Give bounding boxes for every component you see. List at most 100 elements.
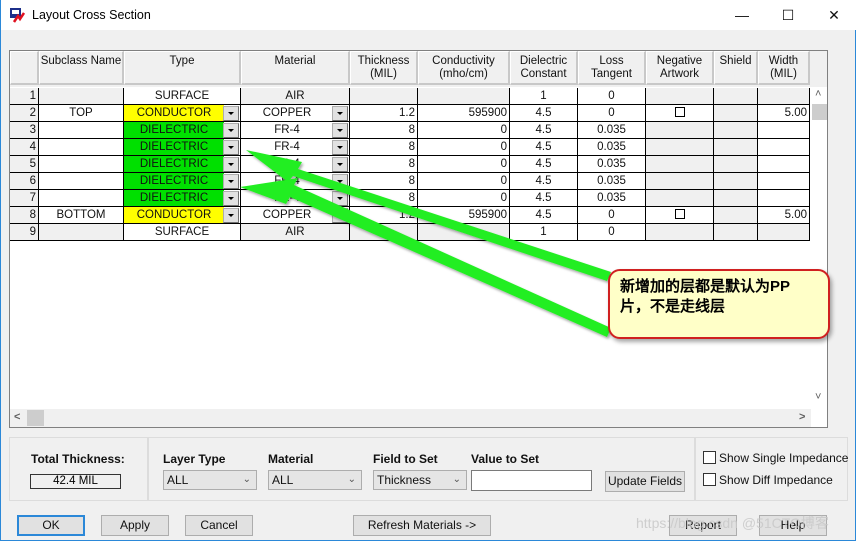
cell-loss[interactable]: 0.035 (578, 122, 646, 139)
apply-button[interactable]: Apply (101, 515, 169, 536)
cell-material[interactable]: FR-4 (241, 190, 350, 207)
cell-material[interactable]: FR-4 (241, 139, 350, 156)
dropdown-arrow-icon[interactable] (223, 157, 239, 172)
cell-thickness[interactable]: 8 (350, 122, 418, 139)
cell-width[interactable] (758, 139, 810, 156)
horizontal-scroll-thumb[interactable] (27, 410, 44, 426)
minimize-button[interactable]: — (719, 0, 765, 30)
cell-type[interactable]: DIELECTRIC (124, 156, 241, 173)
cell-negative[interactable] (646, 207, 714, 224)
vertical-scroll-thumb[interactable] (812, 104, 827, 120)
cell-material[interactable]: FR-4 (241, 156, 350, 173)
cell-width[interactable] (758, 122, 810, 139)
column-header-subclass[interactable]: Subclass Name (39, 51, 124, 85)
vertical-scrollbar[interactable]: ˄ ˅ (811, 87, 827, 409)
scroll-left-icon[interactable]: < (14, 411, 20, 423)
material-filter-select[interactable]: ALL ⌄ (268, 470, 362, 490)
cell-negative[interactable] (646, 139, 714, 156)
cell-width[interactable]: 5.00 (758, 207, 810, 224)
cell-thickness[interactable] (350, 224, 418, 241)
cell-subclass[interactable] (39, 224, 124, 241)
cell-type[interactable]: DIELECTRIC (124, 190, 241, 207)
show-diff-impedance-checkbox[interactable]: Show Diff Impedance (703, 473, 833, 487)
dropdown-arrow-icon[interactable] (223, 174, 239, 189)
cell-negative[interactable] (646, 156, 714, 173)
cell-conductivity[interactable]: 0 (418, 122, 510, 139)
update-fields-button[interactable]: Update Fields (605, 471, 685, 492)
negative-artwork-checkbox[interactable] (674, 106, 685, 117)
cell-material[interactable]: FR-4 (241, 173, 350, 190)
cell-type[interactable]: DIELECTRIC (124, 173, 241, 190)
checkbox-icon[interactable] (703, 451, 716, 465)
cell-loss[interactable]: 0.035 (578, 173, 646, 190)
column-header-conductivity[interactable]: Conductivity (mho/cm) (418, 51, 510, 85)
maximize-button[interactable]: ☐ (765, 0, 811, 30)
cell-loss[interactable]: 0.035 (578, 139, 646, 156)
cell-type[interactable]: DIELECTRIC (124, 139, 241, 156)
cell-dielectric[interactable]: 1 (510, 224, 578, 241)
cell-negative[interactable] (646, 190, 714, 207)
column-header-num[interactable] (10, 51, 39, 85)
dropdown-arrow-icon[interactable] (223, 140, 239, 155)
cell-thickness[interactable]: 8 (350, 173, 418, 190)
cell-subclass[interactable] (39, 156, 124, 173)
cell-dielectric[interactable]: 4.5 (510, 173, 578, 190)
dropdown-arrow-icon[interactable] (332, 140, 348, 155)
cell-thickness[interactable]: 1.2 (350, 105, 418, 122)
dropdown-arrow-icon[interactable] (223, 106, 239, 121)
cell-material[interactable]: AIR (241, 224, 350, 241)
scroll-down-icon[interactable]: ˅ (815, 391, 821, 403)
close-button[interactable]: ✕ (811, 0, 856, 30)
dropdown-arrow-icon[interactable] (223, 208, 239, 223)
cell-dielectric[interactable]: 4.5 (510, 122, 578, 139)
cell-negative[interactable] (646, 105, 714, 122)
dropdown-arrow-icon[interactable] (332, 157, 348, 172)
cell-loss[interactable]: 0.035 (578, 190, 646, 207)
show-single-impedance-checkbox[interactable]: Show Single Impedance (703, 451, 848, 465)
column-header-width[interactable]: Width (MIL) (758, 51, 810, 85)
cell-conductivity[interactable] (418, 224, 510, 241)
scroll-right-icon[interactable]: > (799, 411, 805, 423)
cell-type[interactable]: SURFACE (124, 88, 241, 105)
cell-conductivity[interactable]: 0 (418, 190, 510, 207)
column-header-thickness[interactable]: Thickness (MIL) (350, 51, 418, 85)
cell-negative[interactable] (646, 88, 714, 105)
cell-dielectric[interactable]: 4.5 (510, 139, 578, 156)
cell-width[interactable] (758, 88, 810, 105)
layer-type-select[interactable]: ALL ⌄ (163, 470, 257, 490)
cell-thickness[interactable]: 8 (350, 139, 418, 156)
field-to-set-select[interactable]: Thickness ⌄ (373, 470, 467, 490)
column-header-negative[interactable]: Negative Artwork (646, 51, 714, 85)
cell-conductivity[interactable]: 595900 (418, 207, 510, 224)
cell-subclass[interactable] (39, 122, 124, 139)
column-header-material[interactable]: Material (241, 51, 350, 85)
cell-type[interactable]: CONDUCTOR (124, 207, 241, 224)
cell-subclass[interactable] (39, 88, 124, 105)
cell-thickness[interactable]: 8 (350, 190, 418, 207)
column-header-loss[interactable]: Loss Tangent (578, 51, 646, 85)
dropdown-arrow-icon[interactable] (332, 191, 348, 206)
cell-thickness[interactable]: 8 (350, 156, 418, 173)
column-header-type[interactable]: Type (124, 51, 241, 85)
ok-button[interactable]: OK (17, 515, 85, 536)
cell-conductivity[interactable]: 0 (418, 139, 510, 156)
cell-subclass[interactable] (39, 173, 124, 190)
column-header-dielectric[interactable]: Dielectric Constant (510, 51, 578, 85)
cell-subclass[interactable]: BOTTOM (39, 207, 124, 224)
cell-loss[interactable]: 0 (578, 105, 646, 122)
value-to-set-input[interactable] (471, 470, 592, 491)
refresh-materials-button[interactable]: Refresh Materials -> (353, 515, 491, 536)
cell-type[interactable]: SURFACE (124, 224, 241, 241)
cell-material[interactable]: AIR (241, 88, 350, 105)
dropdown-arrow-icon[interactable] (332, 174, 348, 189)
dropdown-arrow-icon[interactable] (332, 208, 348, 223)
cell-subclass[interactable]: TOP (39, 105, 124, 122)
cell-thickness[interactable]: 1.2 (350, 207, 418, 224)
cancel-button[interactable]: Cancel (185, 515, 253, 536)
negative-artwork-checkbox[interactable] (674, 208, 685, 219)
column-header-shield[interactable]: Shield (714, 51, 758, 85)
cell-loss[interactable]: 0 (578, 224, 646, 241)
cell-type[interactable]: DIELECTRIC (124, 122, 241, 139)
help-button[interactable]: Help (759, 515, 827, 536)
cell-dielectric[interactable]: 4.5 (510, 156, 578, 173)
